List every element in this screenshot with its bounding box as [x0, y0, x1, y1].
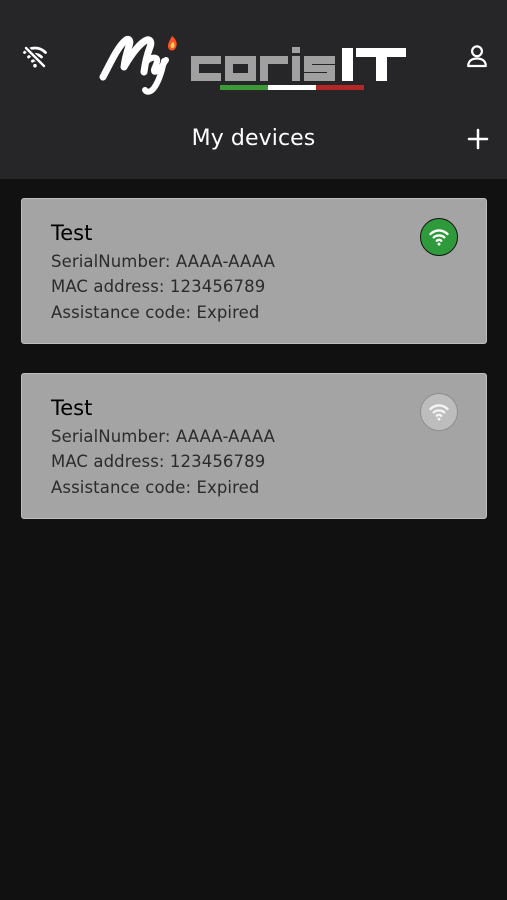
device-mac-address: MAC address: 123456789 — [51, 277, 266, 296]
device-card-1[interactable]: Test SerialNumber: AAAA-AAAA MAC address… — [21, 198, 487, 344]
plus-icon — [467, 128, 489, 150]
app-header: My devices — [0, 0, 507, 179]
profile-button[interactable] — [456, 36, 498, 78]
add-device-button[interactable] — [458, 119, 498, 159]
wifi-icon — [429, 229, 449, 246]
wifi-off-button[interactable] — [14, 36, 56, 78]
device-name: Test — [51, 221, 93, 245]
device-serial-number: SerialNumber: AAAA-AAAA — [51, 252, 276, 271]
device-serial-number: SerialNumber: AAAA-AAAA — [51, 427, 276, 446]
device-online-status-badge — [420, 218, 458, 256]
device-assistance-code: Assistance code: Expired — [51, 303, 260, 322]
device-assistance-code: Assistance code: Expired — [51, 478, 260, 497]
app-screen: My devices Test SerialNumber: AAAA-AAAA … — [0, 0, 507, 900]
mycorisit-logo — [98, 28, 413, 96]
device-mac-address: MAC address: 123456789 — [51, 452, 266, 471]
user-icon — [467, 45, 487, 68]
page-title: My devices — [191, 126, 316, 151]
device-list: Test SerialNumber: AAAA-AAAA MAC address… — [21, 198, 487, 548]
wifi-off-icon — [23, 45, 47, 69]
device-offline-status-badge — [420, 393, 458, 431]
wifi-icon — [429, 404, 449, 421]
device-name: Test — [51, 396, 93, 420]
device-card-2[interactable]: Test SerialNumber: AAAA-AAAA MAC address… — [21, 373, 487, 519]
